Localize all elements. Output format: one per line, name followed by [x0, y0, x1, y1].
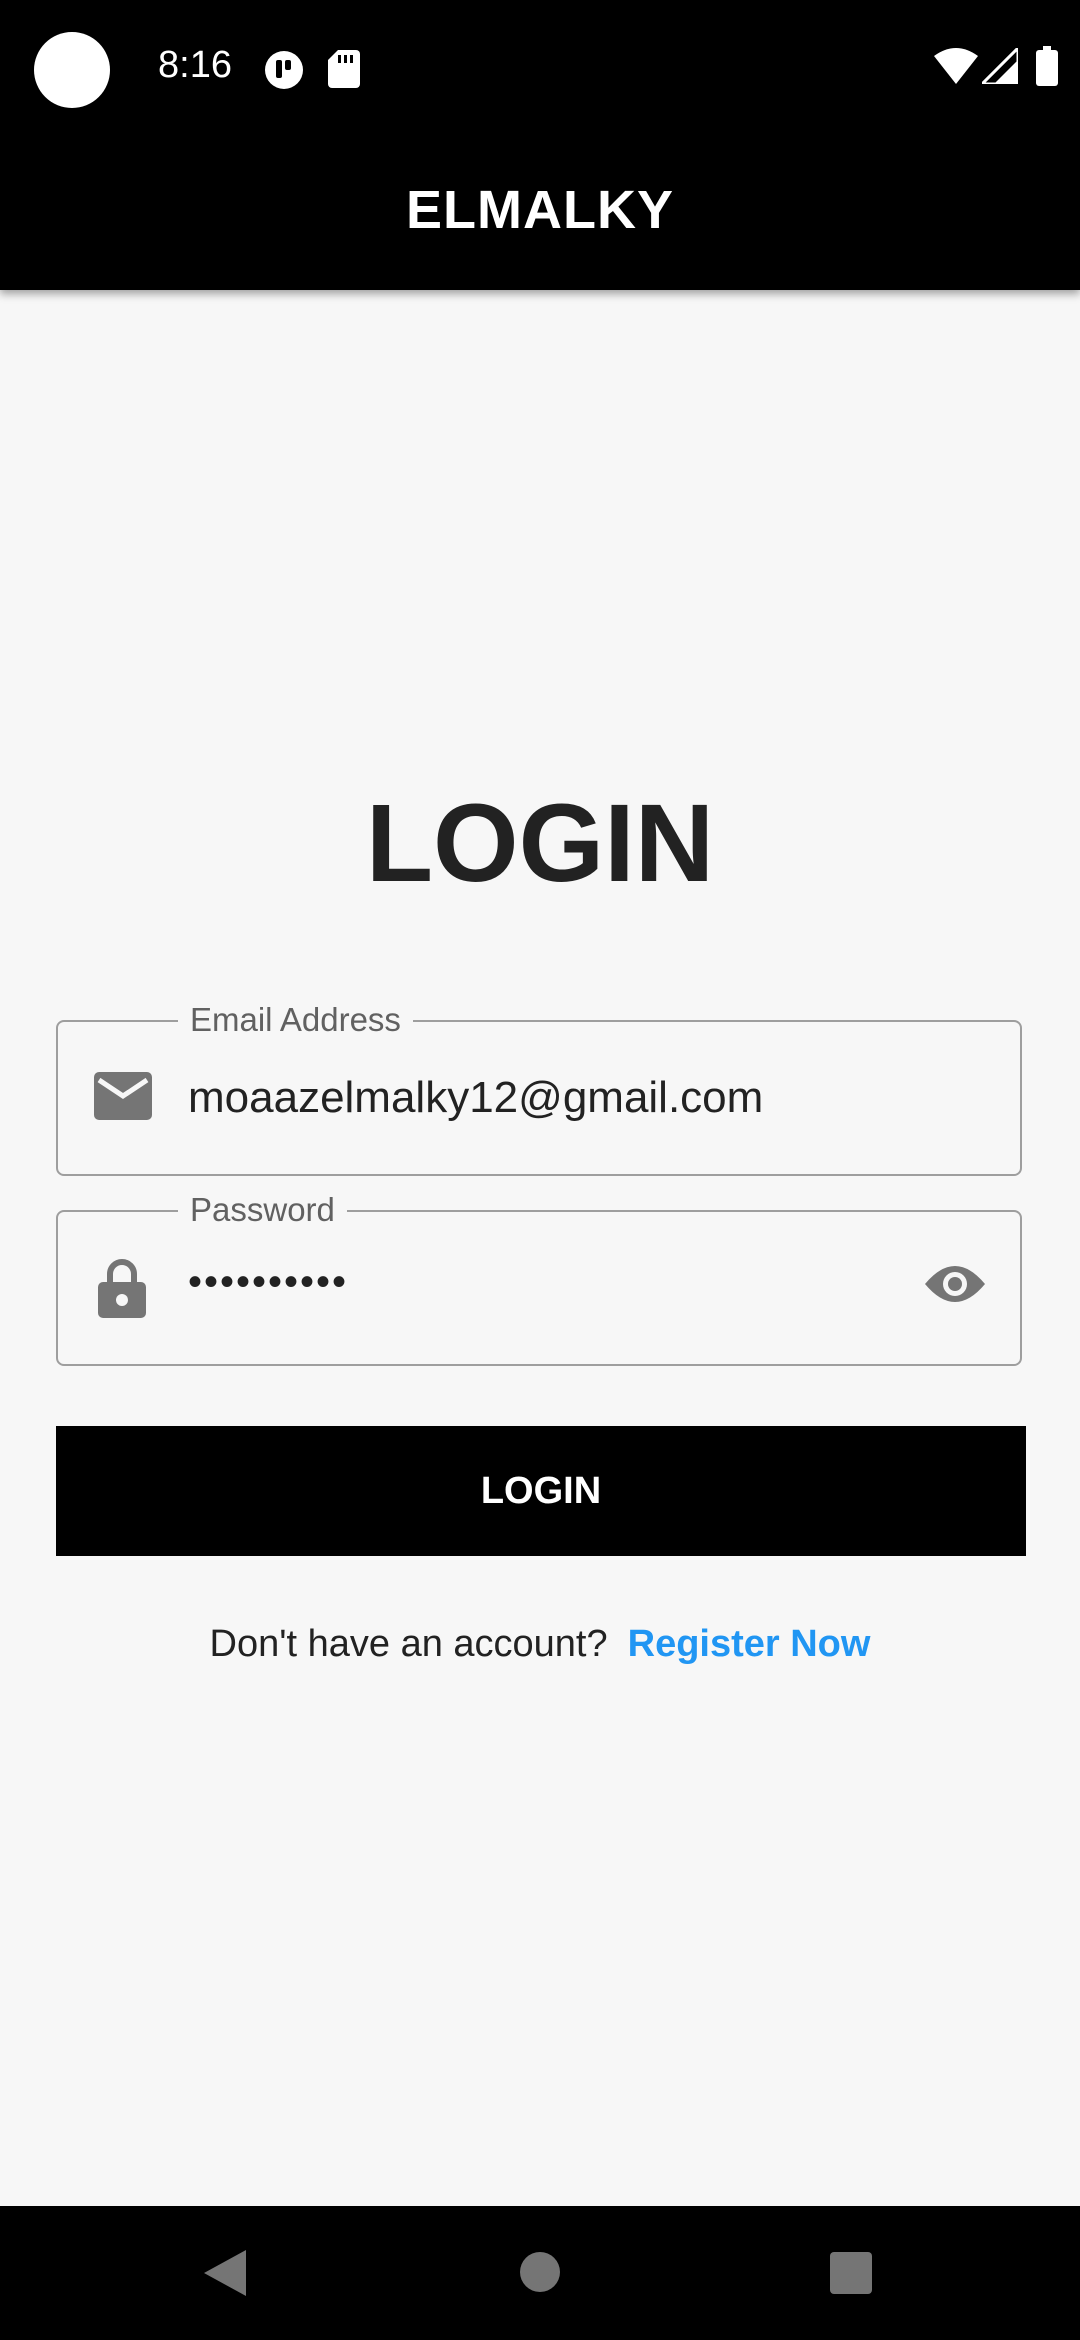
phone-screen: 8:16 ELMALKY LOGIN Email Address moaazel… [0, 0, 1080, 2340]
register-prompt: Don't have an account? [209, 1623, 608, 1665]
login-button[interactable]: LOGIN [56, 1426, 1026, 1556]
app-title: ELMALKY [406, 180, 674, 240]
camera-cutout [34, 32, 110, 108]
navigation-bar [0, 2206, 1080, 2340]
email-input[interactable]: moaazelmalky12@gmail.com [188, 1068, 763, 1128]
password-field[interactable]: Password •••••••••• [56, 1190, 1022, 1366]
status-bar: 8:16 [0, 0, 1080, 140]
register-row: Don't have an account? Register Now [0, 1623, 1080, 1666]
register-now-link[interactable]: Register Now [628, 1623, 871, 1665]
back-icon[interactable] [204, 2250, 246, 2301]
battery-icon [1036, 46, 1058, 91]
signal-icon [978, 44, 1020, 89]
password-input[interactable]: •••••••••• [188, 1252, 348, 1312]
recents-icon[interactable] [830, 2252, 872, 2299]
password-field-label: Password [178, 1190, 347, 1230]
wifi-icon [934, 48, 978, 89]
eye-icon[interactable] [924, 1262, 986, 1311]
app-bar: ELMALKY [0, 140, 1080, 290]
email-field[interactable]: Email Address moaazelmalky12@gmail.com [56, 1000, 1022, 1176]
login-page: LOGIN Email Address moaazelmalky12@gmail… [0, 290, 1080, 2206]
sd-card-icon [328, 50, 360, 93]
app-notification-icon [264, 50, 304, 95]
home-icon[interactable] [520, 2252, 560, 2297]
page-title: LOGIN [365, 782, 715, 905]
lock-icon [98, 1258, 146, 1323]
status-time: 8:16 [158, 44, 232, 86]
email-field-label: Email Address [178, 1000, 413, 1040]
email-icon [94, 1072, 152, 1125]
